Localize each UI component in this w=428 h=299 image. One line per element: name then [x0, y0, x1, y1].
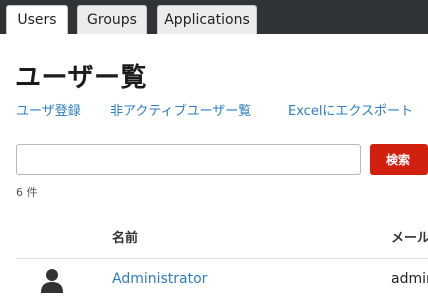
register-user-link[interactable]: ユーザ登録 [16, 100, 81, 119]
tab-users[interactable]: Users [6, 5, 68, 34]
result-count: 6 件 [16, 186, 38, 199]
inactive-users-link[interactable]: 非アクティブユーザー覧 [110, 100, 251, 119]
export-excel-link[interactable]: Excelにエクスポート [288, 100, 413, 119]
tab-applications[interactable]: Applications [157, 5, 257, 34]
tab-bar: Users Groups Applications [0, 0, 428, 34]
page-title: ユーザー覧 [15, 63, 147, 93]
user-email: admin [391, 271, 428, 287]
search-button[interactable]: 検索 [370, 144, 428, 175]
user-icon [41, 269, 63, 293]
user-name-link[interactable]: Administrator [112, 271, 207, 287]
column-header-email[interactable]: メール [391, 227, 428, 246]
column-header-name[interactable]: 名前 [112, 227, 138, 246]
header-divider [16, 258, 428, 259]
tab-groups[interactable]: Groups [77, 5, 147, 34]
search-input[interactable] [16, 144, 361, 175]
